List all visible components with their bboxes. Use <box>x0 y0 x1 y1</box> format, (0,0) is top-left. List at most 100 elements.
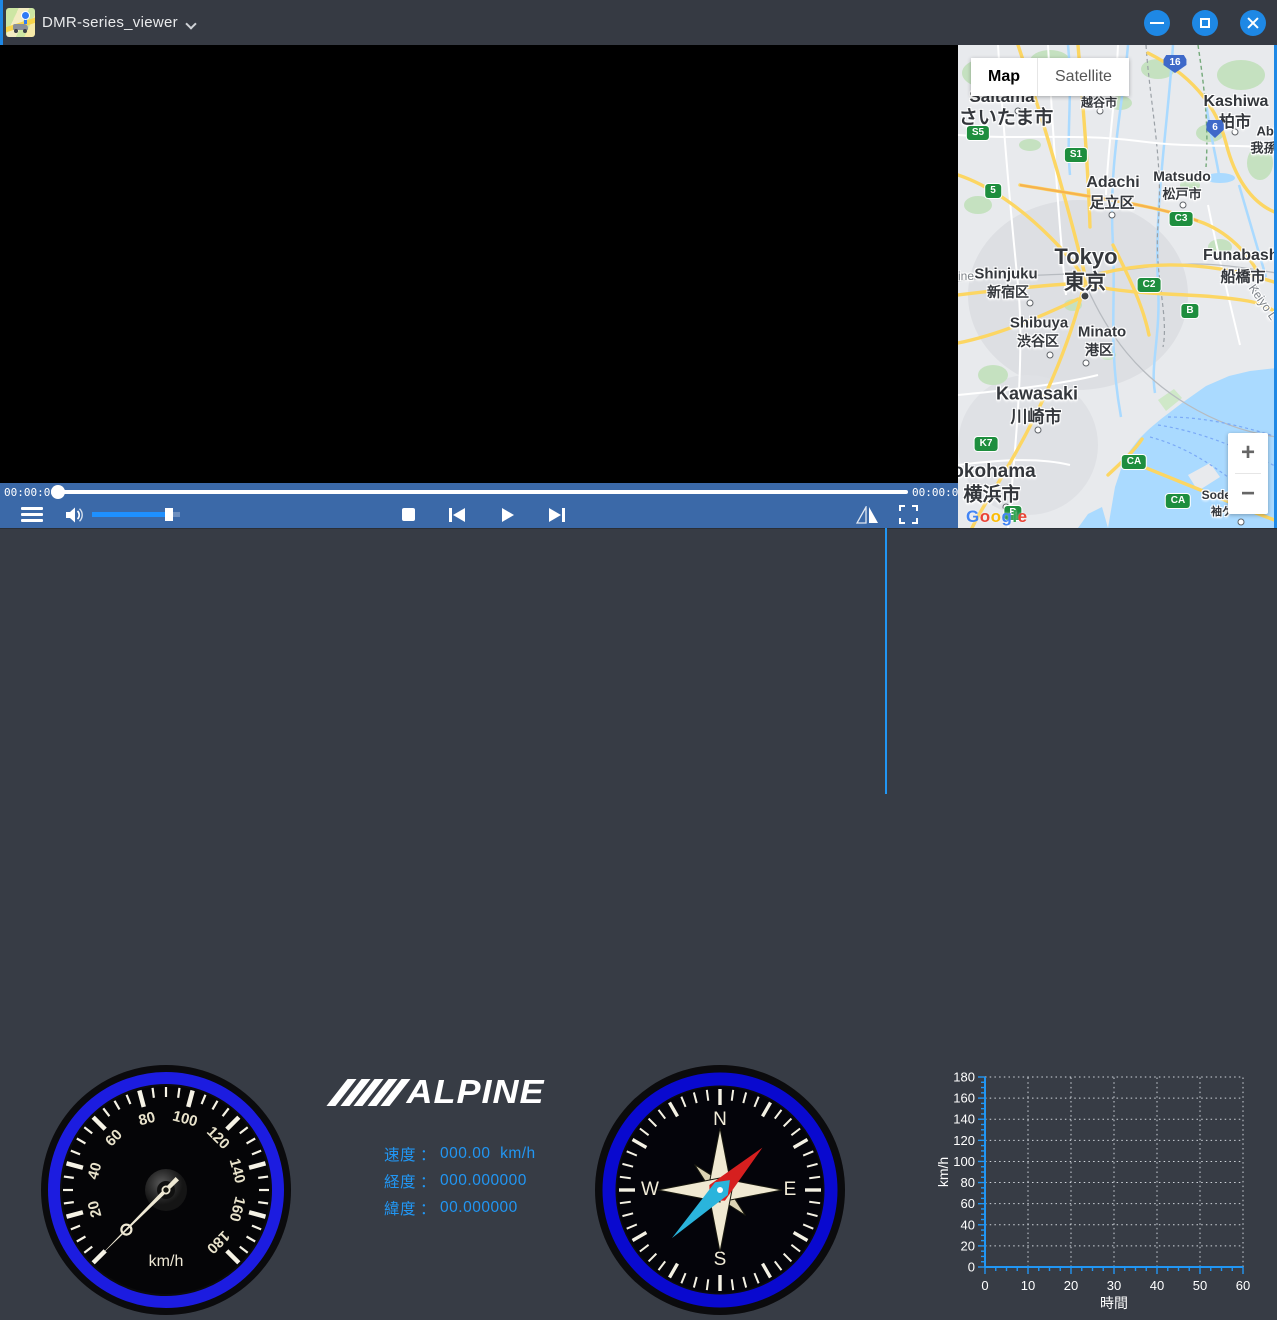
route-shield: S1 <box>1064 148 1088 162</box>
map-place-label: Matsudo <box>1153 168 1211 184</box>
chart-xtick: 30 <box>1107 1278 1121 1293</box>
volume-handle[interactable] <box>165 508 174 521</box>
chart-ytick: 160 <box>953 1091 975 1106</box>
google-logo-letter: g <box>1001 507 1013 526</box>
latitude-label: 緯度 <box>384 1200 417 1218</box>
compass-cardinal-E: E <box>784 1179 797 1200</box>
panel-separator <box>885 528 887 794</box>
route-shield: K7 <box>974 437 998 451</box>
previous-button[interactable] <box>444 501 470 528</box>
flip-horizontal-icon <box>856 505 878 524</box>
flip-horizontal-button[interactable] <box>854 501 882 528</box>
longitude-label: 経度 <box>384 1173 417 1191</box>
fullscreen-icon <box>898 505 918 524</box>
chart-xtick: 20 <box>1064 1278 1078 1293</box>
chart-ytick: 180 <box>953 1070 975 1085</box>
longitude-readout: 経度： 000.000000 <box>384 1167 536 1194</box>
chart-ytick: 20 <box>961 1238 975 1253</box>
video-display[interactable] <box>0 45 958 483</box>
chart-ytick: 0 <box>968 1260 975 1275</box>
title-bar: DMR-series_viewer <box>0 0 1277 45</box>
maximize-icon <box>1200 18 1210 28</box>
app-title: DMR-series_viewer <box>42 14 178 31</box>
speed-label: 速度 <box>384 1146 417 1164</box>
menu-icon <box>21 507 43 510</box>
alpine-logo-text: ALPINE <box>406 1072 545 1111</box>
route-shield: CA <box>1165 494 1191 508</box>
seek-bar-row: 00:00:00 00:00:00 <box>0 483 965 501</box>
seek-slider-handle[interactable] <box>51 485 65 499</box>
chart-xtick: 0 <box>981 1278 988 1293</box>
map-place-label-ja: 柏市 <box>1218 114 1252 131</box>
map-place-label: Minato <box>1077 323 1127 341</box>
chart-ylabel: km/h <box>935 1157 951 1187</box>
chart-ytick: 100 <box>953 1154 975 1169</box>
zoom-in-button[interactable]: + <box>1228 433 1268 473</box>
stop-icon <box>401 508 415 521</box>
minimize-button[interactable] <box>1144 10 1170 36</box>
speed-value: 000.00 <box>440 1144 491 1162</box>
chart-ytick: 120 <box>953 1133 975 1148</box>
route-shield: CA <box>1121 455 1147 469</box>
map-city-dot <box>1034 426 1042 434</box>
map-place-label: Adachi <box>1086 174 1140 191</box>
map-place-label: Funabashi <box>1202 247 1277 264</box>
seek-slider[interactable] <box>51 485 908 499</box>
chevron-down-icon[interactable] <box>187 20 195 28</box>
route-shield: C2 <box>1137 278 1161 292</box>
map-place-label: ine <box>958 269 975 283</box>
play-button[interactable] <box>496 501 520 528</box>
volume-button[interactable] <box>62 501 86 528</box>
separator: ： <box>420 1173 437 1191</box>
dashboard-panel: 20 40 60 80 100 120 140 160 180 km/h ALPINE 速度： 0… <box>0 528 1277 1315</box>
speedometer-gauge: 20406080 100120140160180km/h <box>41 1065 291 1315</box>
map-city-dot <box>1082 359 1090 367</box>
chart-xtick: 40 <box>1150 1278 1164 1293</box>
time-elapsed: 00:00:00 <box>4 486 57 499</box>
previous-icon <box>449 507 465 522</box>
app-icon <box>6 8 35 37</box>
close-button[interactable] <box>1240 10 1266 36</box>
volume-slider[interactable] <box>92 508 180 521</box>
chart-ytick: 80 <box>961 1175 975 1190</box>
minimize-icon <box>1150 22 1164 24</box>
menu-button[interactable] <box>18 501 46 528</box>
map-place-label-ja: 足立区 <box>1089 194 1135 212</box>
map-place-label: Shibuya <box>1009 314 1069 332</box>
map-view[interactable]: Saitamaさいたま市越谷市Kashiwa柏市Abi我孫子Matsudo松戸市… <box>958 45 1277 528</box>
app-icon-wheel <box>14 29 18 33</box>
speaker-icon <box>66 507 83 522</box>
menu-icon <box>21 519 43 522</box>
volume-fill <box>92 512 170 517</box>
next-icon <box>549 507 565 522</box>
chart-ytick: 40 <box>961 1217 975 1232</box>
app-icon-pin <box>21 11 30 20</box>
map-type-map-button[interactable]: Map <box>971 58 1037 96</box>
map-place-label-ja: 横浜市 <box>963 484 1021 506</box>
stop-button[interactable] <box>396 501 420 528</box>
map-place-label-ja: 港区 <box>1085 342 1113 358</box>
playback-controls <box>0 501 958 528</box>
fullscreen-button[interactable] <box>894 501 922 528</box>
speed-readout: 速度： 000.00 km/h <box>384 1140 536 1167</box>
map-place-label-ja: 川崎市 <box>1010 407 1062 427</box>
google-logo-letter: o <box>979 507 991 526</box>
route-shield: C3 <box>1169 212 1193 226</box>
map-place-label: Shinjuku <box>974 265 1038 283</box>
speed-unit: km/h <box>500 1144 536 1162</box>
window-edge-accent <box>0 0 3 45</box>
alpine-logo: ALPINE <box>326 1072 545 1111</box>
map-place-label-ja: 東京 <box>1064 271 1106 294</box>
map-type-satellite-button[interactable]: Satellite <box>1037 58 1129 96</box>
next-button[interactable] <box>544 501 570 528</box>
map-place-label: Kawasaki <box>995 383 1079 404</box>
speedometer-unit: km/h <box>149 1253 184 1270</box>
map-type-control: Map Satellite <box>971 58 1129 96</box>
google-logo-letter: o <box>990 507 1002 526</box>
route-shield: B <box>1181 304 1199 318</box>
speed-time-chart: 0 20 40 60 80 100 120 140 160 180 0 10 20 30 40 50 60 km/… <box>935 1070 1250 1312</box>
maximize-button[interactable] <box>1192 10 1218 36</box>
separator: ： <box>420 1200 437 1218</box>
chart-xtick: 10 <box>1021 1278 1035 1293</box>
zoom-out-button[interactable]: − <box>1228 474 1268 514</box>
